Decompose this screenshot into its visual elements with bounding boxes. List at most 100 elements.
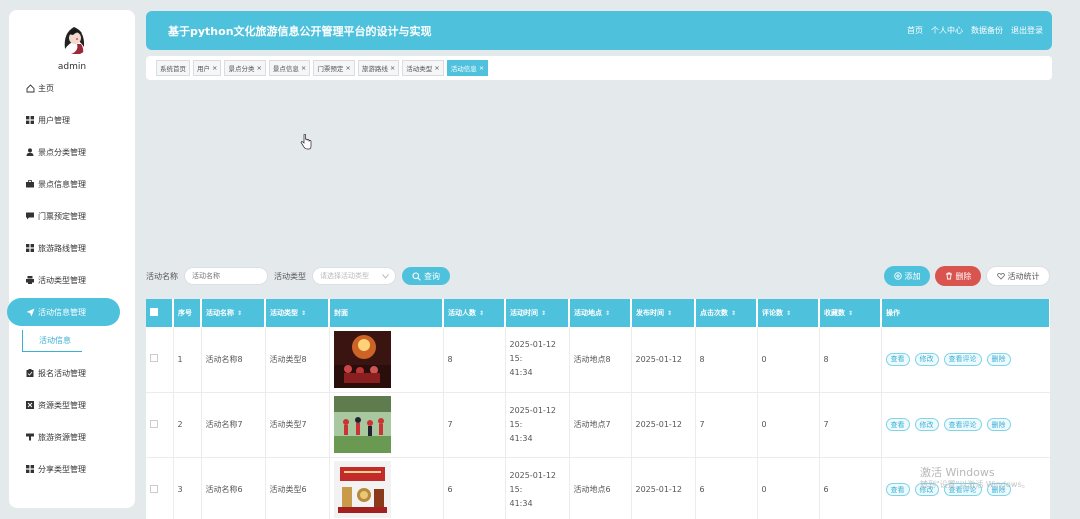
cover-image[interactable]: [333, 396, 443, 453]
column-header[interactable]: 收藏数 ⇕: [819, 299, 882, 327]
tab-4[interactable]: 景点信息 ×: [268, 60, 311, 76]
tab-7[interactable]: 活动类型 ×: [402, 60, 444, 76]
column-header[interactable]: 点击次数 ⇕: [695, 299, 758, 327]
row-checkbox[interactable]: [150, 354, 158, 363]
avatar[interactable]: [57, 21, 91, 55]
windows-watermark: 激活 Windows: [920, 466, 995, 479]
printer-icon: [25, 275, 35, 285]
view-button[interactable]: 查看: [885, 352, 910, 366]
nav-logout[interactable]: 退出登录: [1011, 25, 1043, 36]
query-button[interactable]: 查询: [402, 267, 450, 285]
sidebar-item-8[interactable]: 活动信息管理: [7, 298, 120, 326]
submenu-item-activity-info[interactable]: 活动信息: [22, 330, 82, 352]
select-all-checkbox[interactable]: [150, 308, 158, 316]
sort-icon[interactable]: ⇕: [541, 310, 546, 317]
sort-icon[interactable]: ⇕: [667, 310, 672, 317]
sidebar-item-3[interactable]: 景点分类管理: [7, 138, 120, 166]
activity-type-select[interactable]: 请选择活动类型: [312, 267, 396, 285]
sidebar-item-7[interactable]: 活动类型管理: [7, 266, 120, 294]
nav-backup[interactable]: 数据备份: [971, 25, 1003, 36]
table-row[interactable]: 2 活动名称7 活动类型7 7 2025-01-12 15: 41:34 活动地点7 2025…: [146, 392, 1050, 458]
close-icon[interactable]: ×: [212, 64, 217, 72]
send-icon: [25, 307, 35, 317]
sort-icon[interactable]: ⇕: [848, 310, 853, 317]
grid-icon: [25, 464, 35, 474]
view-comments-button[interactable]: 查看评论: [943, 418, 982, 431]
sidebar-item-5[interactable]: 门票预定管理: [7, 202, 120, 230]
sidebar-item-label: 资源类型管理: [38, 400, 86, 410]
cell-published: 2025-01-12: [631, 392, 696, 458]
tab-2[interactable]: 用户 ×: [193, 60, 222, 76]
row-checkbox[interactable]: [150, 484, 158, 493]
column-header[interactable]: 发布时间 ⇕: [631, 299, 696, 327]
sidebar-item-2[interactable]: 用户管理: [7, 106, 120, 134]
tab-5[interactable]: 门票预定 ×: [313, 60, 355, 76]
filter-icon: [25, 432, 35, 442]
row-actions: 查看 修改 查看评论 删除: [885, 418, 1050, 431]
sidebar-item-12[interactable]: 分享类型管理: [7, 455, 120, 483]
tab-3[interactable]: 景点分类 ×: [224, 60, 266, 76]
view-button[interactable]: 查看: [885, 418, 910, 431]
activity-type-label: 活动类型: [274, 271, 306, 281]
column-header[interactable]: 活动人数 ⇕: [443, 299, 506, 327]
row-checkbox[interactable]: [150, 419, 158, 428]
grid-icon: [25, 115, 35, 125]
column-header[interactable]: 评论数 ⇕: [757, 299, 820, 327]
column-header[interactable]: 活动时间 ⇕: [505, 299, 570, 327]
delete-button[interactable]: 删除: [935, 266, 981, 286]
close-icon[interactable]: ×: [345, 64, 350, 72]
sidebar-item-10[interactable]: 资源类型管理: [7, 391, 120, 419]
cell-clicks: 8: [695, 327, 758, 393]
column-header[interactable]: 活动类型 ⇕: [265, 299, 330, 327]
cover-image[interactable]: [333, 330, 443, 388]
sidebar-item-11[interactable]: 旅游资源管理: [7, 423, 120, 451]
sidebar-item-4[interactable]: 景点信息管理: [7, 170, 120, 198]
view-comments-button[interactable]: 查看评论: [943, 352, 982, 366]
column-header[interactable]: 活动地点 ⇕: [569, 299, 632, 327]
tab-label: 活动信息: [450, 65, 477, 73]
edit-button[interactable]: 修改: [914, 352, 939, 366]
sort-icon[interactable]: ⇕: [479, 310, 484, 317]
column-header-label: 活动时间: [510, 309, 538, 317]
grid-icon: [25, 243, 35, 253]
activity-time-cell: 2025-01-12 15: 41:34: [505, 457, 570, 519]
close-icon[interactable]: ×: [479, 64, 484, 72]
column-header-label: 点击次数: [700, 309, 728, 317]
sidebar-item-6[interactable]: 旅游路线管理: [7, 234, 120, 262]
sidebar-item-1[interactable]: 主页: [7, 74, 120, 102]
sidebar-item-label: 旅游路线管理: [38, 243, 86, 253]
table-row[interactable]: 3 活动名称6 活动类型6 6 2025-01-12 15: 41:34 活动地点6 2025…: [146, 457, 1050, 519]
stats-button[interactable]: 活动统计: [986, 266, 1050, 286]
cover-image[interactable]: [333, 461, 443, 518]
cell-favorites: 8: [819, 327, 882, 393]
activity-name-input[interactable]: [184, 267, 268, 285]
tab-1[interactable]: 系统首页: [156, 60, 190, 76]
nav-profile[interactable]: 个人中心: [931, 25, 963, 36]
activity-time-date: 2025-01-12 15:: [509, 405, 557, 429]
tab-8[interactable]: 活动信息 ×: [446, 60, 489, 76]
sort-icon[interactable]: ⇕: [786, 310, 791, 317]
close-icon[interactable]: ×: [390, 64, 395, 72]
sidebar-item-9[interactable]: 报名活动管理: [7, 359, 120, 387]
sort-icon[interactable]: ⇕: [301, 310, 306, 317]
close-icon[interactable]: ×: [434, 64, 439, 72]
sort-icon[interactable]: ⇕: [731, 310, 736, 317]
chat-icon: [25, 211, 35, 221]
sort-icon[interactable]: ⇕: [605, 310, 610, 317]
cell-index: 1: [173, 327, 202, 393]
table-row[interactable]: 1 活动名称8 活动类型8 8 2025-01-12 15: 41:34 活动地点8 2025…: [146, 327, 1050, 393]
view-button[interactable]: 查看: [885, 483, 910, 496]
close-icon[interactable]: ×: [256, 64, 261, 72]
close-icon[interactable]: ×: [301, 64, 306, 72]
tab-6[interactable]: 旅游路线 ×: [357, 60, 400, 76]
add-button[interactable]: 添加: [884, 266, 930, 286]
delete-row-button[interactable]: 删除: [986, 352, 1011, 366]
delete-row-button[interactable]: 删除: [986, 418, 1011, 431]
cell-people: 8: [443, 327, 506, 393]
column-header[interactable]: 活动名称 ⇕: [201, 299, 266, 327]
nav-home[interactable]: 首页: [907, 25, 923, 36]
sidebar-item-label: 活动类型管理: [38, 275, 86, 285]
sort-icon[interactable]: ⇕: [237, 310, 242, 317]
edit-button[interactable]: 修改: [914, 418, 939, 431]
activity-type-placeholder: 请选择活动类型: [320, 272, 369, 280]
